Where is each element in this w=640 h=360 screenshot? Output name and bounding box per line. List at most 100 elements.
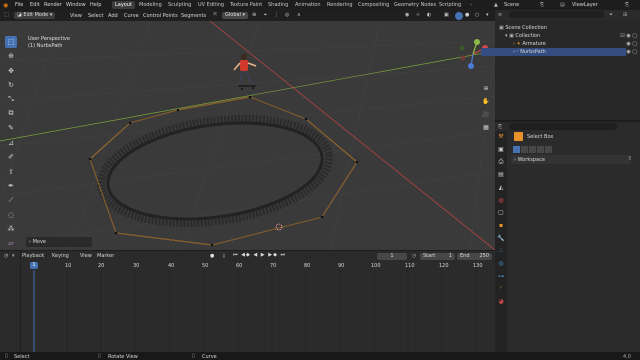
new-collection-icon[interactable]: ⊞ — [623, 12, 627, 18]
menu-view[interactable]: View — [80, 253, 92, 259]
tab-rendering[interactable]: Rendering — [324, 1, 356, 9]
pen-tool-icon[interactable]: ✒ — [5, 180, 17, 192]
drag-handle-icon[interactable]: ⠿ — [628, 156, 632, 162]
xray-icon[interactable]: ▣ — [444, 12, 449, 18]
menu-help[interactable]: Help — [90, 2, 101, 8]
scene-options-icon[interactable]: ⎘ — [540, 2, 544, 8]
collection-tab-icon[interactable]: ▢ — [495, 207, 507, 220]
radius-tool-icon[interactable]: ◌ — [5, 209, 17, 221]
extrude-tool-icon[interactable]: ⇧ — [5, 166, 17, 178]
menu-add[interactable]: Add — [108, 13, 118, 19]
menu-curve[interactable]: Curve — [124, 13, 139, 19]
mode-invert-icon[interactable] — [537, 146, 544, 153]
scene-name[interactable]: Scene — [504, 2, 519, 8]
outliner-search-input[interactable] — [509, 11, 604, 18]
rendered-shading-icon[interactable]: ○ — [475, 12, 479, 18]
move-tool-icon[interactable]: ✥ — [5, 65, 17, 77]
tab-sculpting[interactable]: Sculpting — [165, 1, 194, 9]
solid-shading-icon[interactable] — [455, 12, 463, 20]
mode-subtract-icon[interactable] — [529, 146, 536, 153]
material-shading-icon[interactable]: ● — [465, 12, 469, 18]
shear-tool-icon[interactable]: ▱ — [5, 237, 17, 249]
outliner-row-armature[interactable]: › ✦ Armature — [499, 40, 626, 48]
menu-playback[interactable]: Playback — [22, 253, 44, 259]
tab-compositing[interactable]: Compositing — [355, 1, 392, 9]
tab-texture-paint[interactable]: Texture Paint — [227, 1, 265, 9]
shading-options-icon[interactable]: ▾ — [486, 12, 489, 18]
tab-layout[interactable]: Layout — [112, 1, 135, 9]
mode-selector[interactable]: ◪ Edit Mode ▾ — [14, 12, 56, 19]
snap-settings-icon[interactable]: ⋮ — [274, 12, 279, 18]
end-frame-field[interactable]: End 250 — [457, 252, 492, 260]
object-tab-icon[interactable]: ▪ — [495, 220, 507, 233]
checkbox-icon[interactable]: ☑ ◉ ▢ — [609, 32, 637, 40]
transform-orientation-selector[interactable]: Global ▾ — [222, 12, 249, 19]
tool-tab-icon[interactable]: ⚒ — [495, 131, 507, 144]
render-tab-icon[interactable]: ▣ — [495, 144, 507, 157]
blender-logo-icon[interactable]: ◉ — [3, 2, 8, 9]
tab-shading[interactable]: Shading — [265, 1, 291, 9]
modifiers-tab-icon[interactable]: 🔧 — [495, 233, 507, 246]
perspective-grid-icon[interactable]: ▦ — [481, 121, 491, 134]
properties-editor-icon[interactable]: ⎘ — [498, 124, 502, 130]
gizmo-toggle-icon[interactable]: ⊹ — [416, 12, 420, 18]
scene-tab-icon[interactable]: ◭ — [495, 182, 507, 195]
overlays-icon[interactable]: ◐ — [427, 12, 431, 18]
menu-marker[interactable]: Marker — [97, 253, 114, 259]
cursor-tool-icon[interactable]: ⊕ — [5, 50, 17, 62]
frame-ruler[interactable]: 1 10 20 30 40 50 60 70 80 90 100 110 120… — [0, 261, 495, 270]
outliner-row-collection[interactable]: ▾ ▣ Collection — [499, 32, 626, 40]
tilt-tool-icon[interactable]: ⟋ — [5, 194, 17, 206]
camera-icon[interactable]: 🎥 — [481, 108, 491, 121]
tab-scripting[interactable]: Scripting — [436, 1, 464, 9]
data-tab-icon[interactable]: ◜ — [495, 283, 507, 296]
visibility-eye-icon[interactable]: ◉ ▢ — [609, 48, 637, 56]
visibility-icon[interactable]: ◉ — [405, 12, 409, 18]
record-icon[interactable]: ● — [210, 253, 214, 259]
navigation-gizmo[interactable] — [455, 36, 491, 76]
start-frame-field[interactable]: Start 1 — [420, 252, 455, 260]
outliner-row-nurbspath[interactable]: › ◜ NurbsPath — [481, 48, 626, 56]
view-layer-name[interactable]: ViewLayer — [572, 2, 598, 8]
menu-window[interactable]: Window — [66, 2, 86, 8]
menu-view[interactable]: View — [70, 13, 82, 19]
snap-icon[interactable]: ⌖ — [264, 12, 267, 18]
tab-geometry-nodes[interactable]: Geometry Nodes — [391, 1, 439, 9]
preview-range-icon[interactable]: ◷ — [412, 253, 416, 259]
particles-tab-icon[interactable]: ∴ — [495, 245, 507, 258]
timeline-editor-icon[interactable]: ◷ — [4, 253, 8, 259]
menu-segments[interactable]: Segments — [181, 13, 206, 19]
output-tab-icon[interactable]: ⎙ — [495, 156, 507, 169]
pan-hand-icon[interactable]: ✋ — [481, 95, 491, 108]
armature-character[interactable] — [233, 53, 257, 90]
outliner-row-scene-collection[interactable]: ▣ Scene Collection — [499, 24, 626, 32]
world-tab-icon[interactable]: ◍ — [495, 195, 507, 208]
workspace-panel[interactable]: › Workspace — [511, 155, 631, 164]
editor-type-icon[interactable]: ⬚ — [4, 12, 9, 18]
scale-tool-icon[interactable]: ⤡ — [5, 94, 17, 106]
tab-uv-editing[interactable]: UV Editing — [195, 1, 227, 9]
physics-tab-icon[interactable]: ◎ — [495, 258, 507, 271]
tab-modeling[interactable]: Modeling — [136, 1, 165, 9]
tab-animation[interactable]: Animation — [292, 1, 324, 9]
proportional-edit-icon[interactable]: ◎ — [285, 12, 289, 18]
measure-tool-icon[interactable]: ⊿ — [5, 137, 17, 149]
zoom-icon[interactable]: ⊕ — [481, 82, 491, 95]
menu-file[interactable]: File — [15, 2, 23, 8]
proportional-falloff-icon[interactable]: ∧ — [297, 12, 301, 18]
chevron-right-icon[interactable]: › — [470, 2, 472, 8]
annotate-tool-icon[interactable]: ✎ — [5, 122, 17, 134]
timeline-track-area[interactable] — [0, 270, 495, 352]
outliner-editor-icon[interactable]: ≡ — [498, 12, 502, 18]
mode-new-icon[interactable] — [513, 146, 520, 153]
chevron-down-icon[interactable]: ▾ — [12, 253, 15, 259]
menu-edit[interactable]: Edit — [30, 2, 40, 8]
pivot-icon[interactable]: ⊕ — [252, 12, 256, 18]
last-operator-panel[interactable]: › Move — [26, 237, 92, 247]
menu-control-points[interactable]: Control Points — [143, 13, 178, 19]
view-layer-tab-icon[interactable]: ▤ — [495, 169, 507, 182]
mode-intersect-icon[interactable] — [545, 146, 552, 153]
constraints-tab-icon[interactable]: ⊶ — [495, 271, 507, 284]
current-frame-field[interactable]: 1 — [377, 252, 407, 260]
view-layer-options-icon[interactable]: ⎘ — [625, 2, 629, 8]
